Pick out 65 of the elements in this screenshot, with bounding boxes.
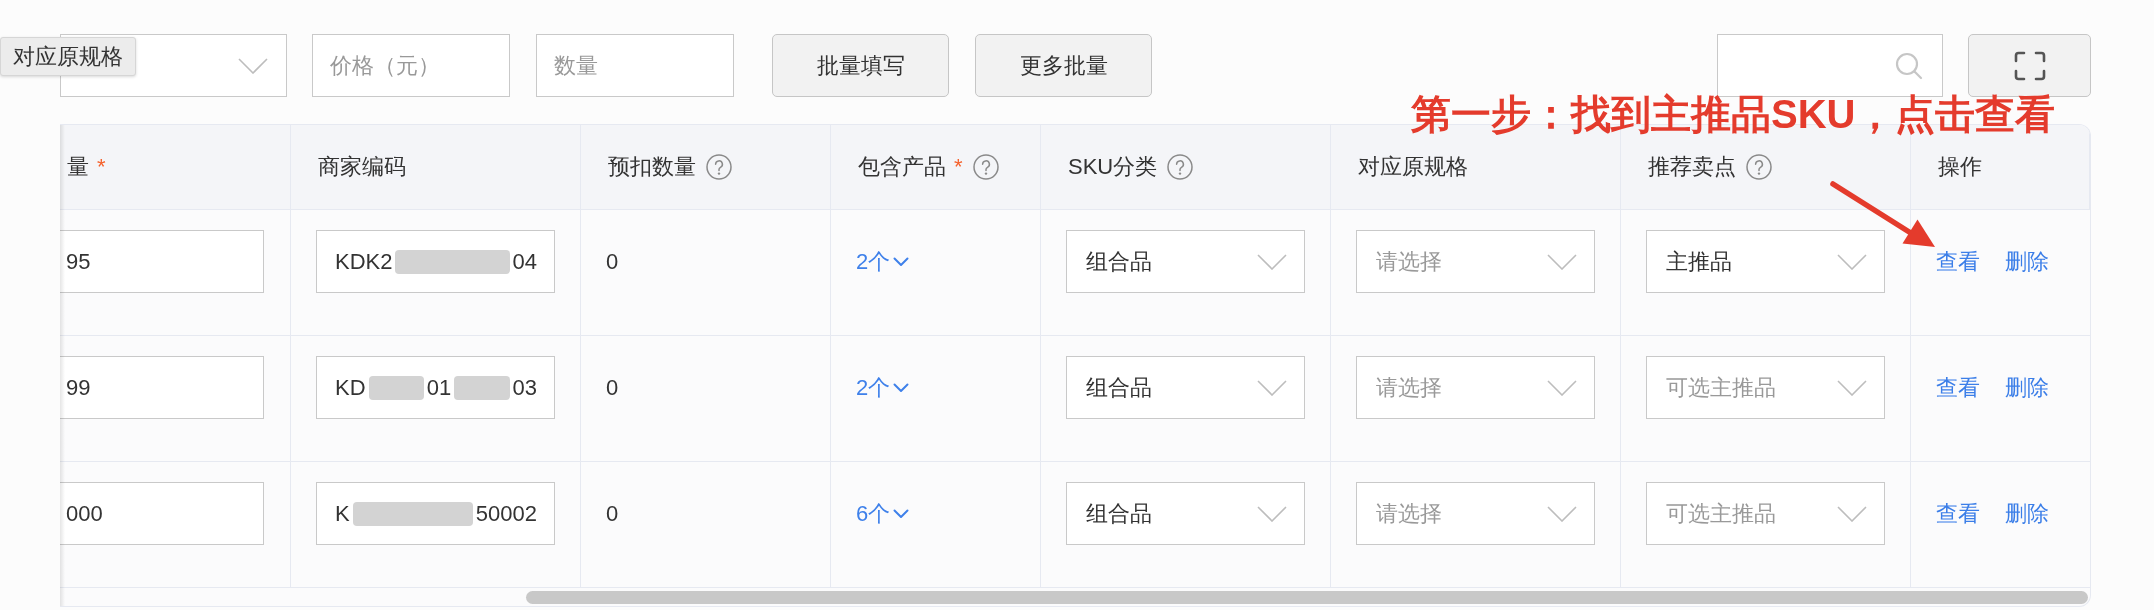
- action-link[interactable]: 查看: [1936, 246, 1980, 277]
- input-field[interactable]: 000: [60, 482, 264, 545]
- action-link[interactable]: 删除: [2005, 246, 2049, 277]
- reserved-quantity: 0: [606, 248, 619, 275]
- help-icon[interactable]: [1746, 154, 1772, 180]
- chevron-down-icon: [1837, 505, 1867, 522]
- input-field[interactable]: 95: [60, 230, 264, 293]
- blurred-redaction: [454, 375, 510, 400]
- search-icon: [1895, 51, 1923, 80]
- chevron-down-icon: [1547, 379, 1577, 396]
- chevron-down-icon: [893, 508, 910, 519]
- product-count-link[interactable]: 2个: [856, 372, 910, 403]
- action-link[interactable]: 删除: [2005, 498, 2049, 529]
- column-header: 量: [67, 153, 89, 181]
- selling-point-select[interactable]: 主推品: [1646, 230, 1885, 293]
- chevron-down-icon: [1547, 505, 1577, 522]
- fullscreen-icon: [2013, 50, 2046, 81]
- action-link[interactable]: 查看: [1936, 372, 1980, 403]
- quantity-field[interactable]: 数量: [536, 34, 734, 97]
- original-spec-select[interactable]: 请选择: [1356, 482, 1595, 545]
- reserved-quantity: 0: [606, 500, 619, 527]
- input-field[interactable]: 99: [60, 356, 264, 419]
- column-header: 推荐卖点: [1648, 153, 1736, 181]
- sku-category-select[interactable]: 组合品: [1066, 230, 1305, 293]
- merchant-code-field[interactable]: KDK2 04: [316, 230, 555, 293]
- chevron-down-icon: [1257, 379, 1287, 396]
- chevron-down-icon: [893, 382, 910, 393]
- chevron-down-icon: [1257, 505, 1287, 522]
- sku-category-select[interactable]: 组合品: [1066, 482, 1305, 545]
- selling-point-select[interactable]: 可选主推品: [1646, 482, 1885, 545]
- help-icon[interactable]: [1167, 154, 1194, 180]
- merchant-code-field[interactable]: K 50002: [316, 482, 555, 545]
- chevron-down-icon: [893, 256, 910, 267]
- chevron-down-icon: [1837, 379, 1867, 396]
- column-header: 商家编码: [318, 153, 406, 181]
- tooltip: 对应原规格: [0, 37, 136, 76]
- chevron-down-icon: [1837, 253, 1867, 270]
- chevron-down-icon: [1257, 253, 1287, 270]
- merchant-code-field[interactable]: KD 01 03: [316, 356, 555, 419]
- reserved-quantity: 0: [606, 374, 619, 401]
- original-spec-select[interactable]: 请选择: [1356, 230, 1595, 293]
- help-icon[interactable]: [706, 154, 732, 180]
- column-header: 操作: [1938, 153, 1982, 181]
- product-count-link[interactable]: 6个: [856, 498, 910, 529]
- chevron-down-icon: [238, 57, 268, 74]
- required-mark: *: [954, 154, 963, 180]
- chevron-down-icon: [1547, 253, 1577, 270]
- column-header: SKU分类: [1068, 153, 1158, 181]
- annotation-text: 第一步：找到主推品SKU，点击查看: [1411, 91, 2056, 137]
- required-mark: *: [97, 154, 106, 180]
- sku-category-select[interactable]: 组合品: [1066, 356, 1305, 419]
- price-field[interactable]: 价格（元）: [312, 34, 510, 97]
- toolbar-button[interactable]: 批量填写: [772, 34, 949, 97]
- toolbar-button[interactable]: 更多批量: [975, 34, 1152, 97]
- product-count-link[interactable]: 2个: [856, 246, 910, 277]
- column-header: 包含产品: [858, 153, 946, 181]
- help-icon[interactable]: [972, 154, 999, 180]
- column-header: 对应原规格: [1358, 153, 1468, 181]
- action-link[interactable]: 查看: [1936, 498, 1980, 529]
- column-header: 预扣数量: [608, 153, 696, 181]
- selling-point-select[interactable]: 可选主推品: [1646, 356, 1885, 419]
- original-spec-select[interactable]: 请选择: [1356, 356, 1595, 419]
- blurred-redaction: [368, 375, 424, 400]
- scrollbar-thumb[interactable]: [526, 590, 2088, 604]
- action-link[interactable]: 删除: [2005, 372, 2049, 403]
